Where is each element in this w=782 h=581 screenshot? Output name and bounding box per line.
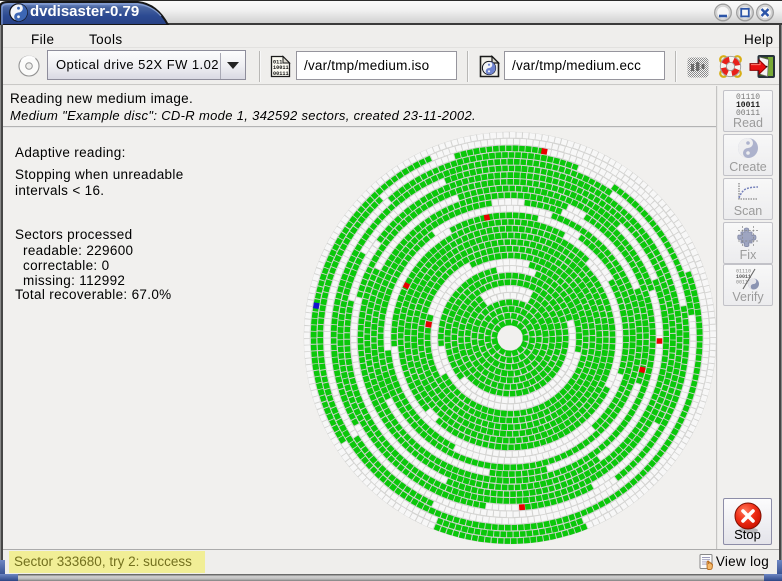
svg-text:00111: 00111 bbox=[273, 71, 289, 77]
